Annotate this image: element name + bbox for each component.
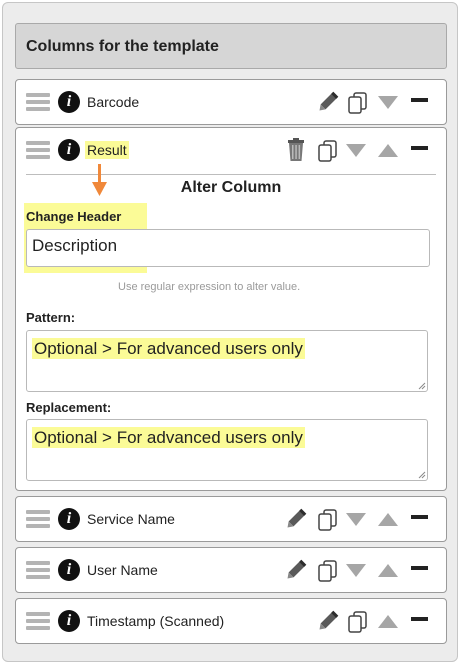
column-label: Barcode: [87, 94, 140, 110]
remove-icon[interactable]: [410, 128, 430, 172]
pattern-label: Pattern:: [26, 310, 76, 325]
column-row-barcode: i Barcode: [15, 79, 447, 125]
info-icon[interactable]: i: [58, 508, 80, 530]
drag-handle-icon[interactable]: [26, 93, 50, 111]
pencil-icon[interactable]: [282, 548, 310, 592]
copy-icon[interactable]: [346, 80, 370, 124]
move-down-icon[interactable]: [344, 548, 368, 592]
column-label: Service Name: [87, 511, 175, 527]
column-row-result: i Result Alter Column Change Header Desc…: [15, 127, 447, 491]
move-down-icon[interactable]: [344, 497, 368, 541]
drag-handle-icon[interactable]: [26, 141, 50, 159]
info-icon[interactable]: i: [58, 559, 80, 581]
copy-icon[interactable]: [316, 128, 340, 172]
info-icon[interactable]: i: [58, 610, 80, 632]
change-header-input[interactable]: Description: [26, 229, 430, 267]
resize-grip-icon[interactable]: [417, 381, 426, 390]
move-down-icon[interactable]: [376, 80, 400, 124]
column-row-user-name: i User Name: [15, 547, 447, 593]
resize-grip-icon[interactable]: [417, 470, 426, 479]
divider: [26, 174, 436, 175]
replacement-textarea[interactable]: Optional > For advanced users only: [26, 419, 428, 481]
remove-icon[interactable]: [410, 548, 430, 592]
move-up-icon[interactable]: [376, 548, 400, 592]
move-down-icon[interactable]: [344, 128, 368, 172]
info-icon[interactable]: i: [58, 91, 80, 113]
alter-column-title: Alter Column: [180, 179, 282, 196]
remove-icon[interactable]: [410, 497, 430, 541]
pattern-value: Optional > For advanced users only: [32, 338, 305, 359]
panel-title: Columns for the template: [15, 23, 447, 69]
column-label: Timestamp (Scanned): [87, 613, 225, 629]
move-up-icon[interactable]: [376, 497, 400, 541]
replacement-value: Optional > For advanced users only: [32, 427, 305, 448]
regex-hint: Use regular expression to alter value.: [118, 281, 301, 293]
column-label: User Name: [87, 562, 158, 578]
drag-handle-icon[interactable]: [26, 612, 50, 630]
move-up-icon[interactable]: [376, 599, 400, 643]
change-header-label: Change Header: [26, 209, 122, 224]
replacement-label: Replacement:: [26, 400, 112, 415]
column-row-service-name: i Service Name: [15, 496, 447, 542]
pattern-textarea[interactable]: Optional > For advanced users only: [26, 330, 428, 392]
remove-icon[interactable]: [410, 599, 430, 643]
pencil-icon[interactable]: [282, 497, 310, 541]
column-row-timestamp: i Timestamp (Scanned): [15, 598, 447, 644]
trash-icon[interactable]: [284, 128, 308, 172]
remove-icon[interactable]: [410, 80, 430, 124]
move-up-icon[interactable]: [376, 128, 400, 172]
copy-icon[interactable]: [316, 548, 340, 592]
change-header-value: Description: [32, 236, 118, 255]
column-label: Result: [85, 141, 129, 159]
info-icon[interactable]: i: [58, 139, 80, 161]
copy-icon[interactable]: [316, 497, 340, 541]
drag-handle-icon[interactable]: [26, 561, 50, 579]
columns-panel: Columns for the template i Barcode i Res…: [2, 2, 458, 662]
copy-icon[interactable]: [346, 599, 370, 643]
drag-handle-icon[interactable]: [26, 510, 50, 528]
pencil-icon[interactable]: [314, 80, 342, 124]
pencil-icon[interactable]: [314, 599, 342, 643]
